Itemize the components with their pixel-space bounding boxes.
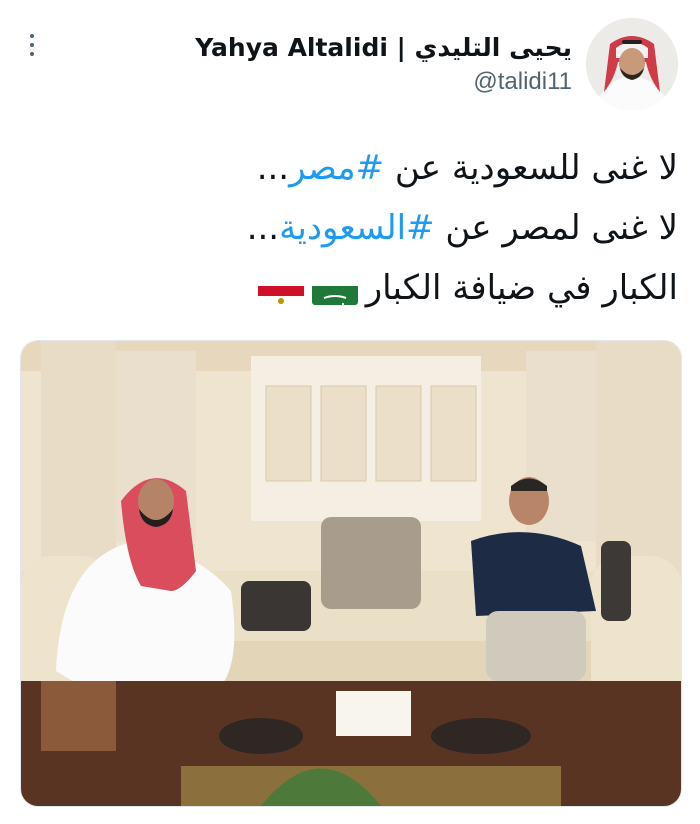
user-handle[interactable]: @talidi11 [195,68,572,96]
tweet-line-1-text: لا غنى للسعودية عن [384,148,678,188]
photo-scene [21,341,681,806]
hashtag-egypt[interactable]: #مصر [289,148,384,188]
author-names: Yahya Altalidi | يحيى التليدي @talidi11 [195,33,572,96]
tweet-line-2-ellipsis: ... [246,208,280,248]
tweet-line-2-text: لا غنى لمصر عن [434,208,678,248]
tweet-line-3: الكبار في ضيافة الكبار [38,258,678,318]
tweet-text: لا غنى للسعودية عن #مصر... لا غنى لمصر ع… [38,138,678,318]
tweet-photo[interactable] [20,340,682,807]
display-name[interactable]: Yahya Altalidi | يحيى التليدي [195,33,572,62]
more-options-icon[interactable] [26,34,38,56]
tweet-header: Yahya Altalidi | يحيى التليدي @talidi11 [195,18,678,110]
tweet-line-1: لا غنى للسعودية عن #مصر... [38,138,678,198]
tweet-line-3-text: الكبار في ضيافة الكبار [365,268,678,308]
egypt-flag-icon [257,275,304,305]
tweet-line-2: لا غنى لمصر عن #السعودية... [38,198,678,258]
saudi-flag-icon [311,275,358,305]
tweet-line-1-ellipsis: ... [256,148,290,188]
hashtag-saudi[interactable]: #السعودية [279,208,434,248]
avatar[interactable] [586,18,678,110]
